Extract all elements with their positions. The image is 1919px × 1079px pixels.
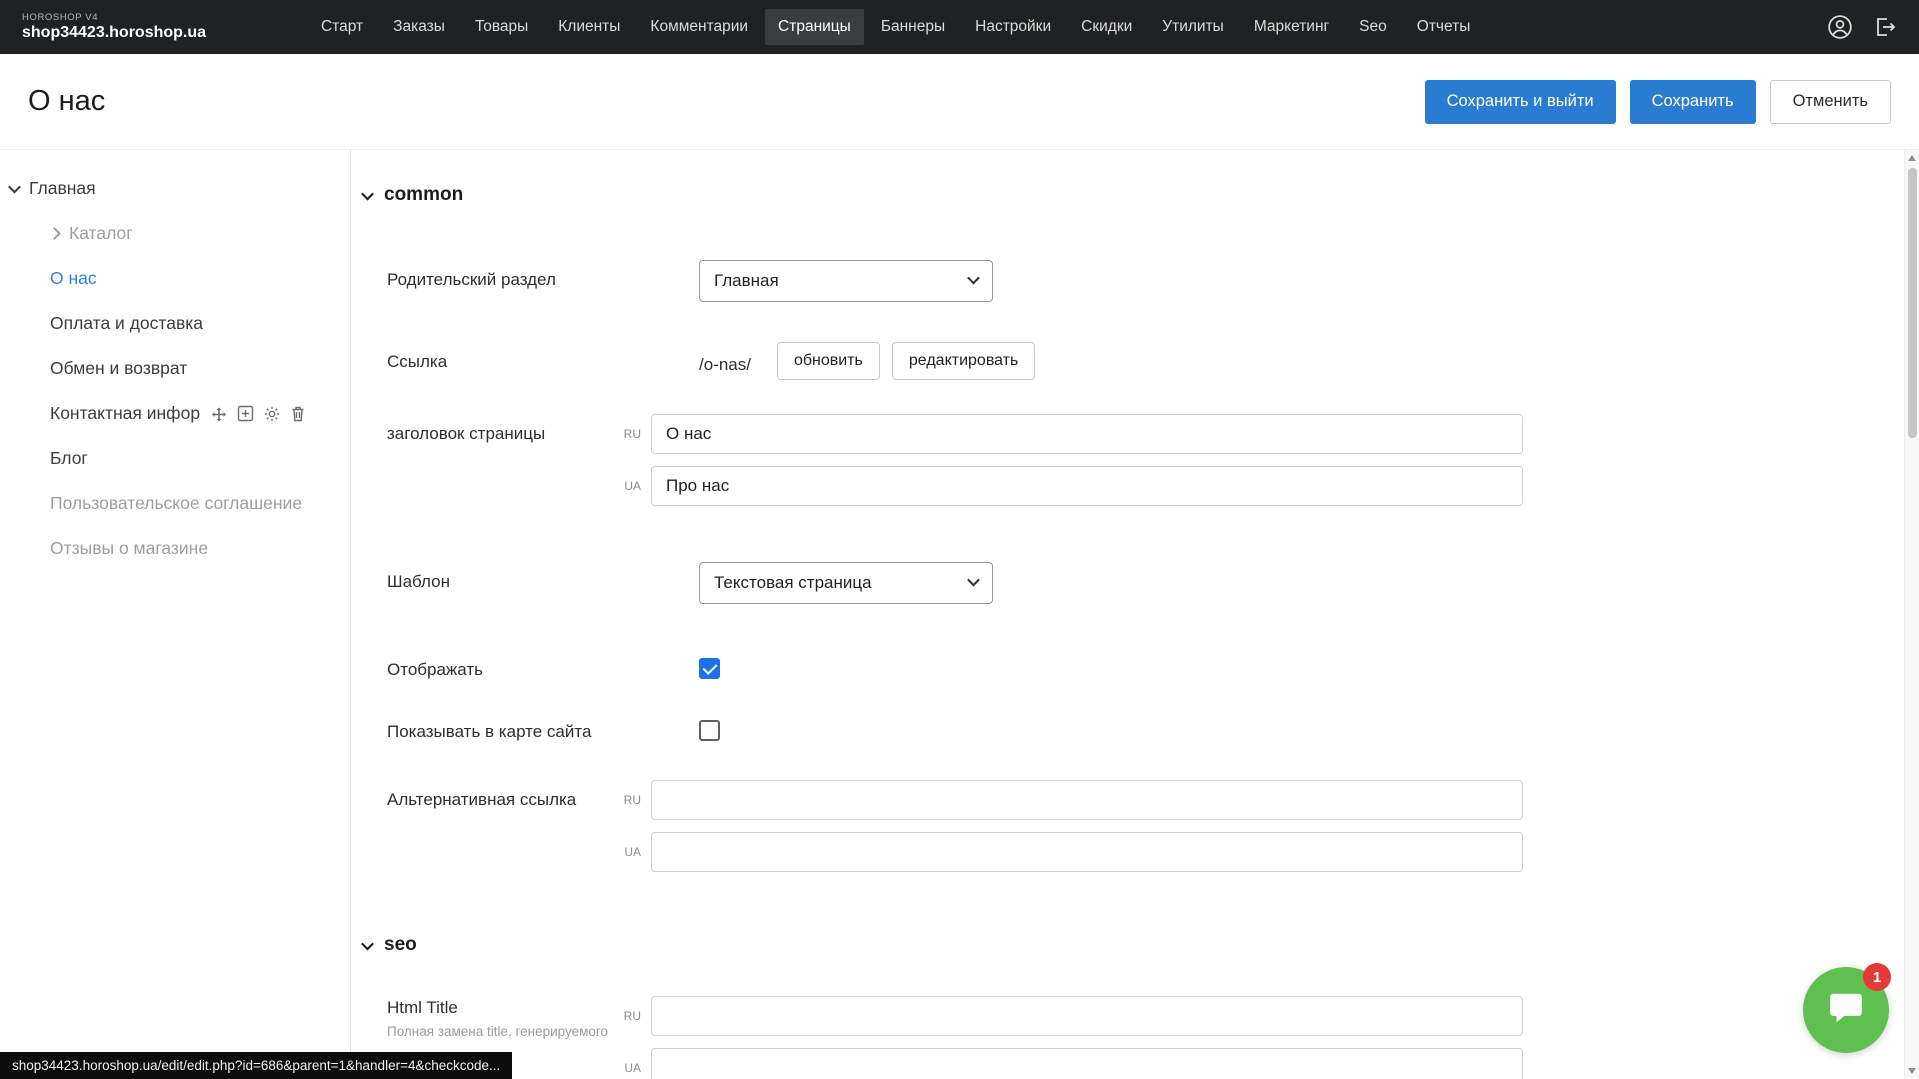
chevron-down-icon: [967, 574, 980, 587]
page-header: О нас Сохранить и выйти Сохранить Отмени…: [0, 54, 1919, 150]
save-and-exit-button[interactable]: Сохранить и выйти: [1425, 80, 1616, 124]
section-seo-toggle[interactable]: seo: [363, 934, 1919, 956]
template-select[interactable]: Текстовая страница: [699, 562, 993, 604]
topbar: HOROSHOP V4 shop34423.horoshop.ua Старт …: [0, 0, 1919, 54]
sitemap-checkbox[interactable]: [699, 720, 720, 741]
scroll-up-arrow[interactable]: [1908, 155, 1916, 161]
link-path-value: /o-nas/: [699, 347, 751, 375]
nav-clients[interactable]: Клиенты: [545, 9, 633, 45]
link-refresh-button[interactable]: обновить: [777, 342, 880, 380]
lang-ua-badge: UA: [603, 466, 651, 506]
section-common-toggle[interactable]: common: [363, 184, 1919, 206]
tree-item-payment-delivery[interactable]: Оплата и доставка: [0, 301, 350, 346]
scrollbar-thumb[interactable]: [1908, 168, 1917, 438]
brand-version: HOROSHOP V4: [22, 12, 252, 23]
nav-banners[interactable]: Баннеры: [868, 9, 958, 45]
page-title-ru-input[interactable]: [651, 414, 1523, 454]
alt-link-ru-input[interactable]: [651, 780, 1523, 820]
tree-item-exchange-return[interactable]: Обмен и возврат: [0, 346, 350, 391]
sitemap-label: Показывать в карте сайта: [387, 712, 651, 742]
brand[interactable]: HOROSHOP V4 shop34423.horoshop.ua: [22, 12, 252, 42]
page-title: О нас: [28, 85, 105, 118]
lang-ru-badge: RU: [603, 996, 651, 1036]
lang-ru-badge: RU: [603, 780, 651, 820]
add-page-icon[interactable]: [237, 405, 254, 422]
scroll-down-arrow[interactable]: [1908, 1068, 1916, 1074]
link-edit-button[interactable]: редактировать: [892, 342, 1035, 380]
drag-move-icon[interactable]: [210, 405, 228, 423]
cancel-button[interactable]: Отменить: [1770, 80, 1891, 124]
chat-widget-button[interactable]: 1: [1803, 967, 1889, 1053]
nav-discounts[interactable]: Скидки: [1068, 9, 1145, 45]
chevron-down-icon: [361, 187, 374, 200]
delete-trash-icon[interactable]: [290, 405, 306, 422]
page-edit-form: common Родительский раздел Главная Ссылк…: [351, 150, 1919, 1079]
tree-item-store-reviews[interactable]: Отзывы о магазине: [0, 526, 350, 571]
parent-section-select[interactable]: Главная: [699, 260, 993, 302]
nav-reports[interactable]: Отчеты: [1404, 9, 1484, 45]
tree-item-catalog[interactable]: Каталог: [0, 211, 350, 256]
nav-products[interactable]: Товары: [462, 9, 541, 45]
tree-item-about[interactable]: О нас: [0, 256, 350, 301]
top-navigation: Старт Заказы Товары Клиенты Комментарии …: [308, 9, 1483, 45]
chevron-down-icon: [967, 272, 980, 285]
tree-item-blog[interactable]: Блог: [0, 436, 350, 481]
tree-item-home[interactable]: Главная: [0, 166, 350, 211]
chevron-right-icon[interactable]: [48, 227, 61, 240]
nav-comments[interactable]: Комментарии: [637, 9, 761, 45]
vertical-scrollbar[interactable]: [1904, 150, 1919, 1079]
chat-unread-badge: 1: [1863, 963, 1891, 991]
nav-seo[interactable]: Seo: [1346, 9, 1400, 45]
nav-orders[interactable]: Заказы: [380, 9, 458, 45]
nav-settings[interactable]: Настройки: [962, 9, 1064, 45]
alt-link-ua-input[interactable]: [651, 832, 1523, 872]
html-title-ru-input[interactable]: [651, 996, 1523, 1036]
save-button[interactable]: Сохранить: [1630, 80, 1756, 124]
display-label: Отображать: [387, 650, 651, 680]
nav-utilities[interactable]: Утилиты: [1149, 9, 1237, 45]
lang-ru-badge: RU: [603, 414, 651, 454]
lang-ua-badge: UA: [603, 832, 651, 872]
pages-tree-sidebar: Главная Каталог О нас Оплата и доставка …: [0, 150, 351, 1079]
lang-ua-badge: UA: [603, 1048, 651, 1079]
chat-bubble-icon: [1826, 989, 1866, 1032]
nav-start[interactable]: Старт: [308, 9, 376, 45]
chevron-down-icon[interactable]: [8, 181, 21, 194]
account-icon[interactable]: [1827, 14, 1853, 40]
nav-marketing[interactable]: Маркетинг: [1241, 9, 1342, 45]
template-label: Шаблон: [387, 562, 651, 592]
display-checkbox[interactable]: [699, 658, 720, 679]
settings-gear-icon[interactable]: [263, 405, 281, 423]
chevron-down-icon: [361, 937, 374, 950]
tree-item-contact-info[interactable]: Контактная инфор: [0, 391, 350, 436]
logout-icon[interactable]: [1873, 15, 1897, 39]
parent-section-label: Родительский раздел: [387, 260, 651, 290]
tree-item-user-agreement[interactable]: Пользовательское соглашение: [0, 481, 350, 526]
status-url-tooltip: shop34423.horoshop.ua/edit/edit.php?id=6…: [0, 1052, 512, 1079]
link-label: Ссылка: [387, 342, 651, 372]
page-title-ua-input[interactable]: [651, 466, 1523, 506]
html-title-ua-input[interactable]: [651, 1048, 1523, 1079]
brand-domain: shop34423.horoshop.ua: [22, 24, 252, 42]
nav-pages[interactable]: Страницы: [765, 9, 864, 45]
